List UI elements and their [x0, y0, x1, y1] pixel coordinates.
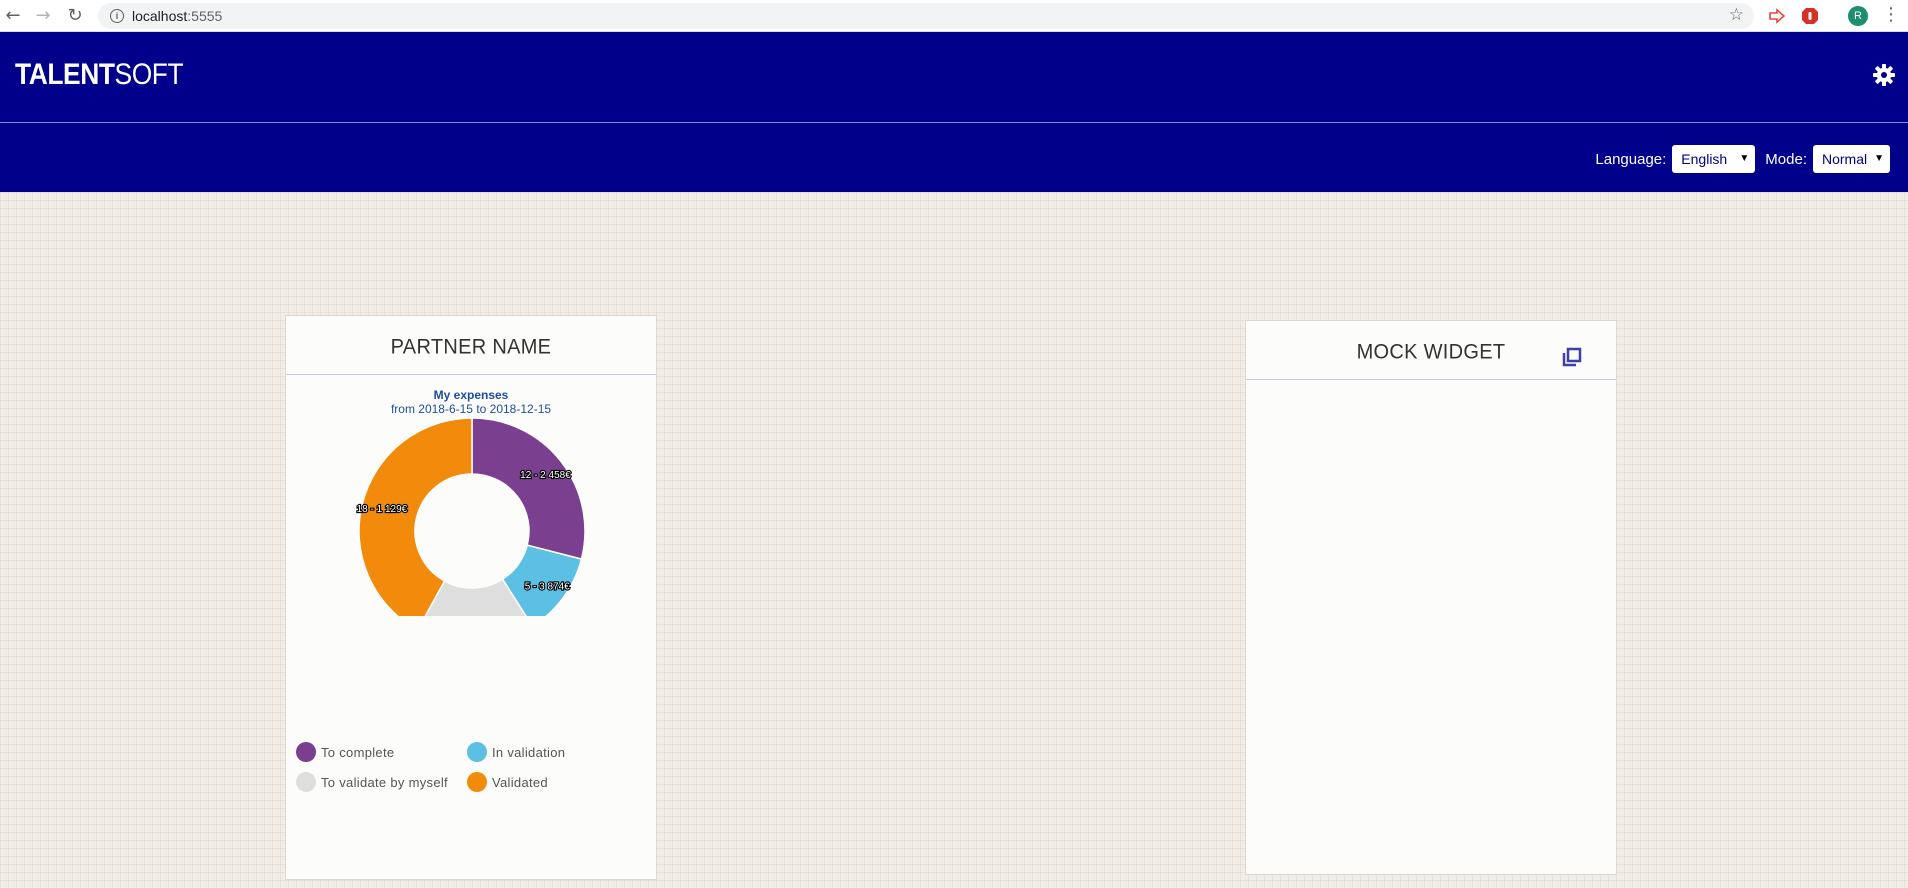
profile-avatar[interactable]: R: [1848, 6, 1868, 26]
legend-item[interactable]: To complete: [296, 742, 394, 762]
legend-item[interactable]: In validation: [467, 742, 565, 762]
forward-icon[interactable]: →: [32, 5, 54, 27]
legend-item[interactable]: Validated: [467, 772, 548, 792]
url-text[interactable]: localhost:5555: [132, 8, 222, 24]
expenses-donut-chart: 12 - 2 458€5 - 3 874€7 - 2 575€18 - 1 12…: [356, 417, 586, 616]
bookmark-star-icon[interactable]: ☆: [1729, 5, 1744, 25]
expand-icon[interactable]: [1561, 346, 1583, 368]
app-header: TALENTSOFT Language: English ▼ Mode: Nor…: [0, 32, 1908, 192]
donut-data-label: 5 - 3 874€: [525, 582, 570, 593]
chevron-down-icon: ▼: [1739, 153, 1750, 164]
language-value: English: [1681, 151, 1728, 167]
header-divider: [0, 122, 1908, 123]
legend-swatch: [296, 742, 316, 762]
back-icon[interactable]: ←: [2, 5, 24, 27]
talentsoft-logo[interactable]: TALENTSOFT: [15, 58, 184, 92]
legend-swatch: [467, 772, 487, 792]
browser-toolbar: ← → ↻ i localhost:5555 ☆ R ⋮: [0, 0, 1908, 32]
legend-label: Validated: [492, 774, 548, 790]
mode-label: Mode:: [1765, 150, 1807, 168]
mock-widget: MOCK WIDGET: [1245, 320, 1617, 875]
browser-menu-icon[interactable]: ⋮: [1882, 4, 1900, 25]
gear-icon[interactable]: [1872, 63, 1896, 87]
language-select[interactable]: English ▼: [1672, 145, 1756, 173]
legend-swatch: [467, 742, 487, 762]
reload-icon[interactable]: ↻: [64, 5, 86, 27]
donut-slice-to-complete[interactable]: [471, 417, 586, 561]
extension-arrow-icon[interactable]: [1768, 7, 1786, 25]
legend-item[interactable]: To validate by myself: [296, 772, 448, 792]
header-controls: Language: English ▼ Mode: Normal ▼: [1595, 144, 1890, 174]
legend-label: To complete: [321, 744, 395, 760]
donut-data-label: 12 - 2 458€: [520, 470, 571, 481]
mode-select[interactable]: Normal ▼: [1813, 145, 1890, 173]
widget-divider: [1246, 379, 1616, 380]
legend-label: To validate by myself: [321, 774, 448, 790]
address-bar[interactable]: i localhost:5555 ☆: [98, 3, 1754, 29]
donut-data-label: 18 - 1 129€: [357, 504, 408, 515]
legend-label: In validation: [492, 744, 566, 760]
chevron-down-icon: ▼: [1874, 153, 1884, 164]
language-label: Language:: [1595, 150, 1667, 168]
partner-widget: PARTNER NAME My expenses from 2018-6-15 …: [285, 315, 657, 880]
mode-value: Normal: [1822, 151, 1868, 167]
legend-swatch: [296, 772, 316, 792]
info-icon[interactable]: i: [110, 9, 124, 23]
adblock-icon[interactable]: [1801, 7, 1819, 25]
